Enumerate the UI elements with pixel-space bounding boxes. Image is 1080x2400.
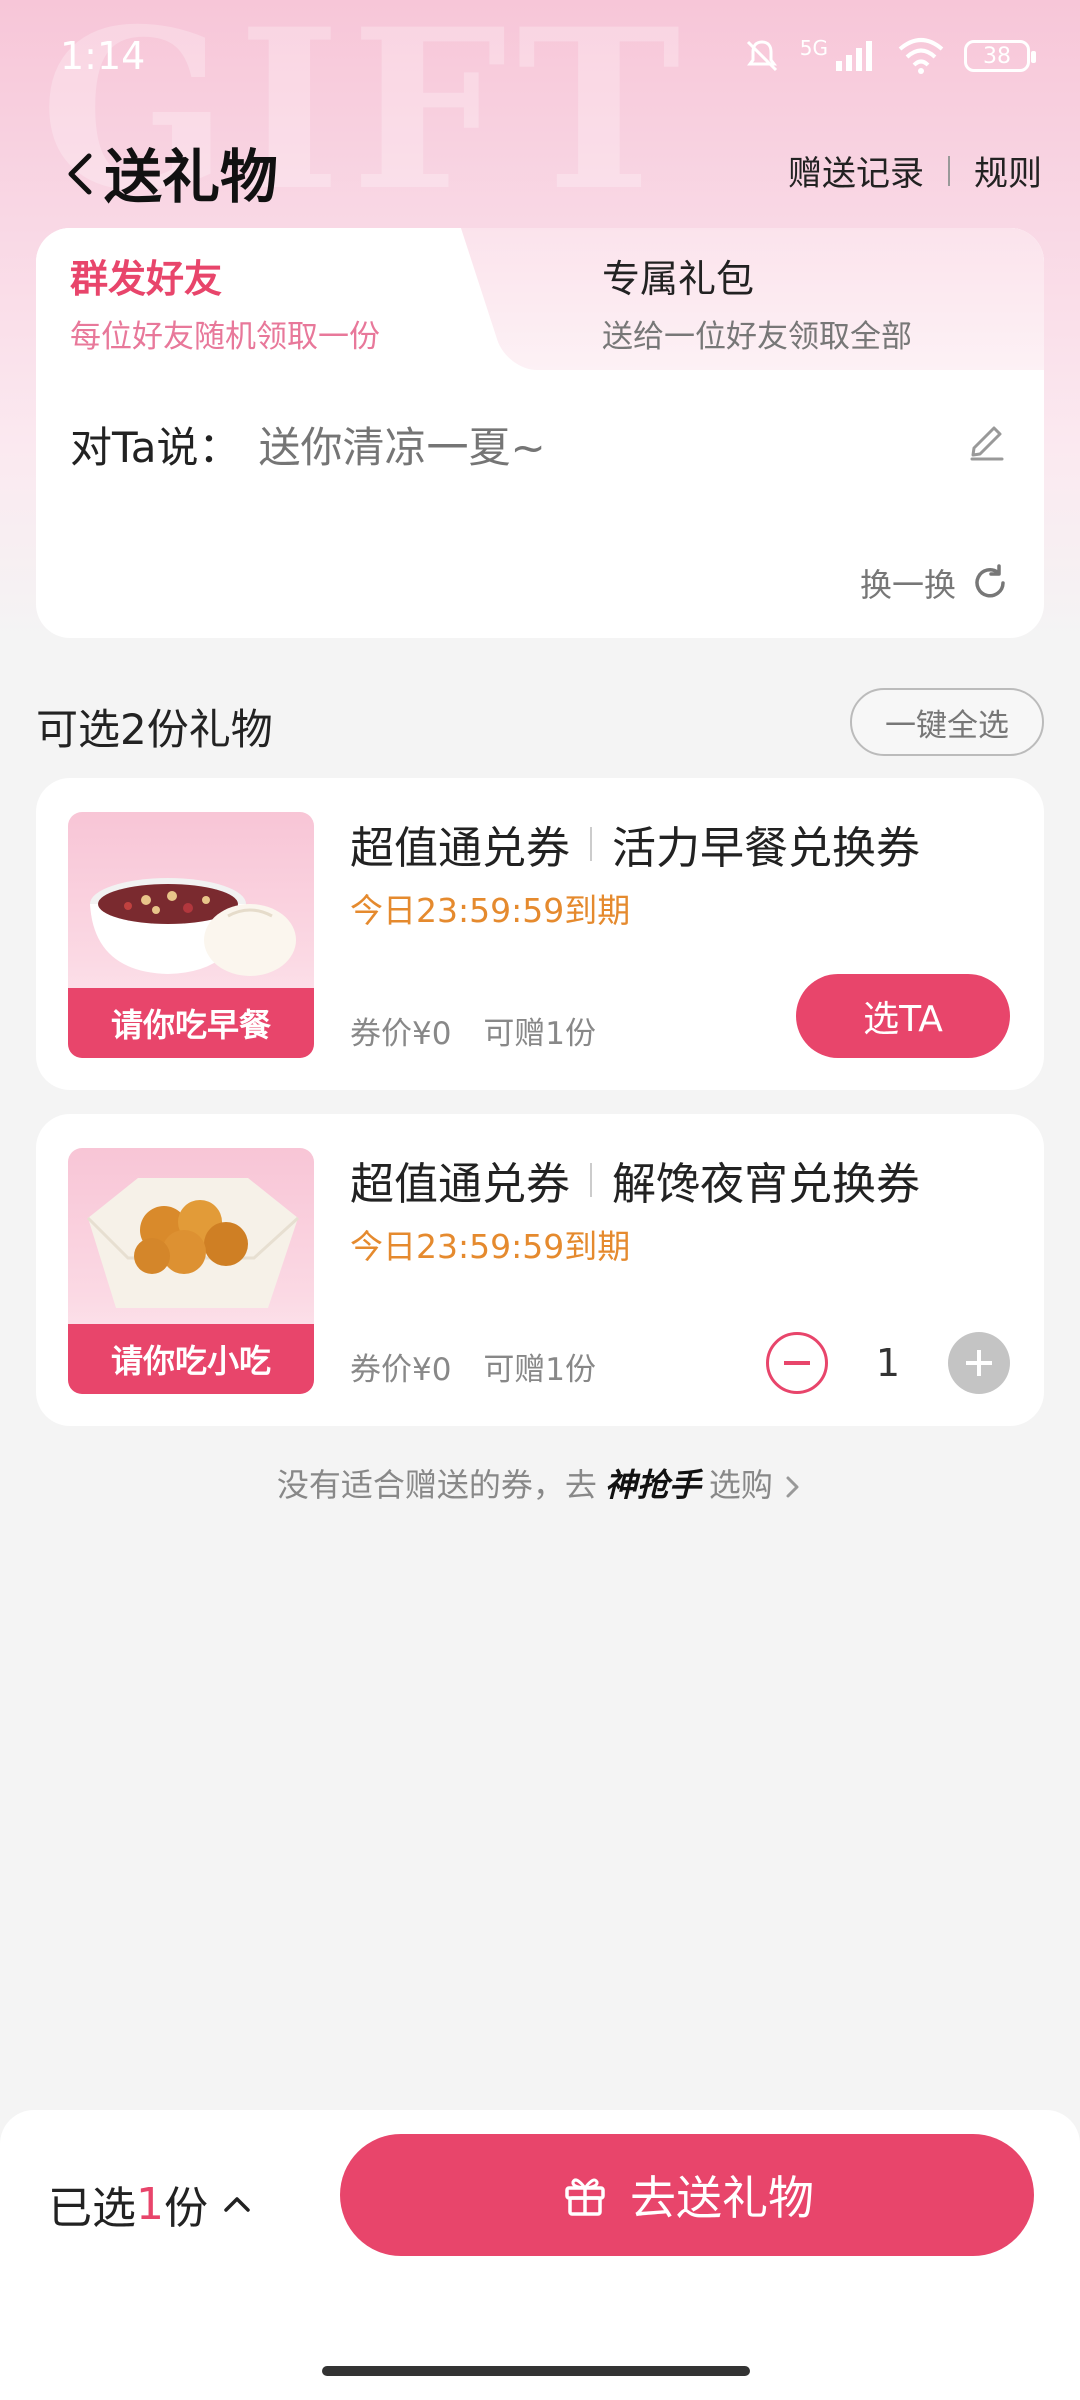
- title-separator: [590, 827, 592, 861]
- tab-subtitle: 每位好友随机领取一份: [70, 319, 380, 355]
- gift-category: 超值通兑券: [350, 1159, 570, 1210]
- message-row: 对Ta说：: [70, 414, 899, 475]
- message-label: 对Ta说：: [70, 423, 241, 472]
- page-header: 送礼物 赠送记录 规则: [0, 120, 1080, 230]
- gift-price: 券价¥0: [350, 1016, 452, 1052]
- selected-suffix: 份: [164, 2183, 208, 2234]
- minus-icon: [784, 1361, 810, 1365]
- rules-link[interactable]: 规则: [974, 146, 1042, 195]
- quantity-stepper: 1: [766, 1332, 1010, 1394]
- congee-bowl-icon: [90, 878, 296, 976]
- tab-title: 专属礼包: [602, 257, 755, 301]
- home-indicator[interactable]: [322, 2366, 750, 2376]
- select-gift-button[interactable]: 选TA: [796, 974, 1010, 1058]
- gifts-section-header: 可选2份礼物 一键全选: [36, 688, 1044, 758]
- mute-bell-icon: [746, 40, 777, 72]
- chevron-up-icon: [224, 2197, 250, 2212]
- increase-button[interactable]: [948, 1332, 1010, 1394]
- gift-name: 解馋夜宵兑换券: [612, 1159, 920, 1210]
- gift-category: 超值通兑券: [350, 823, 570, 874]
- gift-title: 超值通兑券 活力早餐兑换券: [350, 812, 920, 876]
- battery-indicator: 38: [964, 40, 1036, 72]
- chevron-left-icon: [68, 153, 92, 195]
- fried-chicken-box-icon: [86, 1178, 300, 1308]
- wifi-icon: [898, 38, 944, 74]
- chevron-right-icon: [786, 1476, 799, 1498]
- gift-name: 活力早餐兑换券: [612, 823, 920, 874]
- gift-meta: 券价¥0 可赠1份: [350, 1344, 596, 1389]
- gift-expire: 今日23:59:59到期: [350, 1227, 631, 1266]
- shop-hint[interactable]: 没有适合赠送的券，去 神抢手 选购: [0, 1460, 1080, 1506]
- gift-meta: 券价¥0 可赠1份: [350, 1008, 596, 1053]
- tab-subtitle: 送给一位好友领取全部: [602, 319, 912, 355]
- refresh-icon: [975, 564, 1005, 598]
- gift-icon: [565, 2178, 605, 2216]
- gift-quota: 可赠1份: [483, 1352, 597, 1388]
- page-title: 送礼物: [104, 143, 279, 211]
- plus-icon-vertical: [977, 1350, 981, 1376]
- tab-exclusive-pack[interactable]: 专属礼包 送给一位好友领取全部: [602, 248, 912, 356]
- tab-group-friends[interactable]: 群发好友 每位好友随机领取一份: [70, 248, 380, 356]
- mode-tabs: 群发好友 每位好友随机领取一份 专属礼包 送给一位好友领取全部: [36, 228, 1044, 370]
- hint-prefix: 没有适合赠送的券，去: [276, 1466, 597, 1504]
- selected-summary[interactable]: 已选 1 份: [48, 2172, 252, 2236]
- gift-image-breakfast: 请你吃早餐: [68, 812, 314, 1058]
- message-input[interactable]: [258, 423, 899, 472]
- edit-pencil-icon[interactable]: [962, 414, 1012, 464]
- title-separator: [590, 1163, 592, 1197]
- tab-title: 群发好友: [70, 257, 223, 301]
- refresh-label: 换一换: [859, 566, 956, 604]
- network-type: 5G: [799, 36, 828, 60]
- send-gift-label: 去送礼物: [630, 2171, 814, 2225]
- refresh-message-button[interactable]: 换一换: [860, 560, 1010, 606]
- back-button[interactable]: [50, 142, 110, 206]
- gift-image-snack: 请你吃小吃: [68, 1148, 314, 1394]
- gift-price: 券价¥0: [350, 1352, 452, 1388]
- decrease-button[interactable]: [766, 1332, 828, 1394]
- status-time: 1:14: [60, 34, 146, 78]
- send-gift-button[interactable]: 去送礼物: [340, 2134, 1034, 2256]
- gift-record-link[interactable]: 赠送记录: [788, 146, 924, 195]
- gift-card-breakfast: 请你吃早餐 超值通兑券 活力早餐兑换券 今日23:59:59到期 券价¥0 可赠…: [36, 778, 1044, 1090]
- gift-card-snack: 请你吃小吃 超值通兑券 解馋夜宵兑换券 今日23:59:59到期 券价¥0 可赠…: [36, 1114, 1044, 1426]
- gift-quota: 可赠1份: [483, 1016, 597, 1052]
- battery-level: 38: [983, 43, 1011, 69]
- divider: [948, 155, 950, 186]
- message-card: 群发好友 每位好友随机领取一份 专属礼包 送给一位好友领取全部 对Ta说： 换一…: [36, 228, 1044, 638]
- gift-image-caption: 请你吃小吃: [68, 1324, 314, 1394]
- status-bar: 1:14 5G 38: [0, 0, 1080, 120]
- select-all-button[interactable]: 一键全选: [850, 688, 1044, 756]
- brand-logo-text: 神抢手: [604, 1466, 701, 1504]
- quantity-value: 1: [875, 1341, 901, 1385]
- status-icons: 5G 38: [742, 36, 1036, 76]
- gifts-section-title: 可选2份礼物: [36, 705, 273, 754]
- hint-suffix: 选购: [708, 1466, 773, 1504]
- signal-icon: [836, 41, 872, 71]
- gift-title: 超值通兑券 解馋夜宵兑换券: [350, 1148, 920, 1212]
- header-links: 赠送记录 规则: [788, 146, 1042, 195]
- selected-count: 1: [136, 2178, 164, 2230]
- selected-prefix: 已选: [48, 2183, 136, 2234]
- gift-image-caption: 请你吃早餐: [68, 988, 314, 1058]
- gift-expire: 今日23:59:59到期: [350, 891, 631, 930]
- bottom-bar: 已选 1 份 去送礼物: [0, 2110, 1080, 2400]
